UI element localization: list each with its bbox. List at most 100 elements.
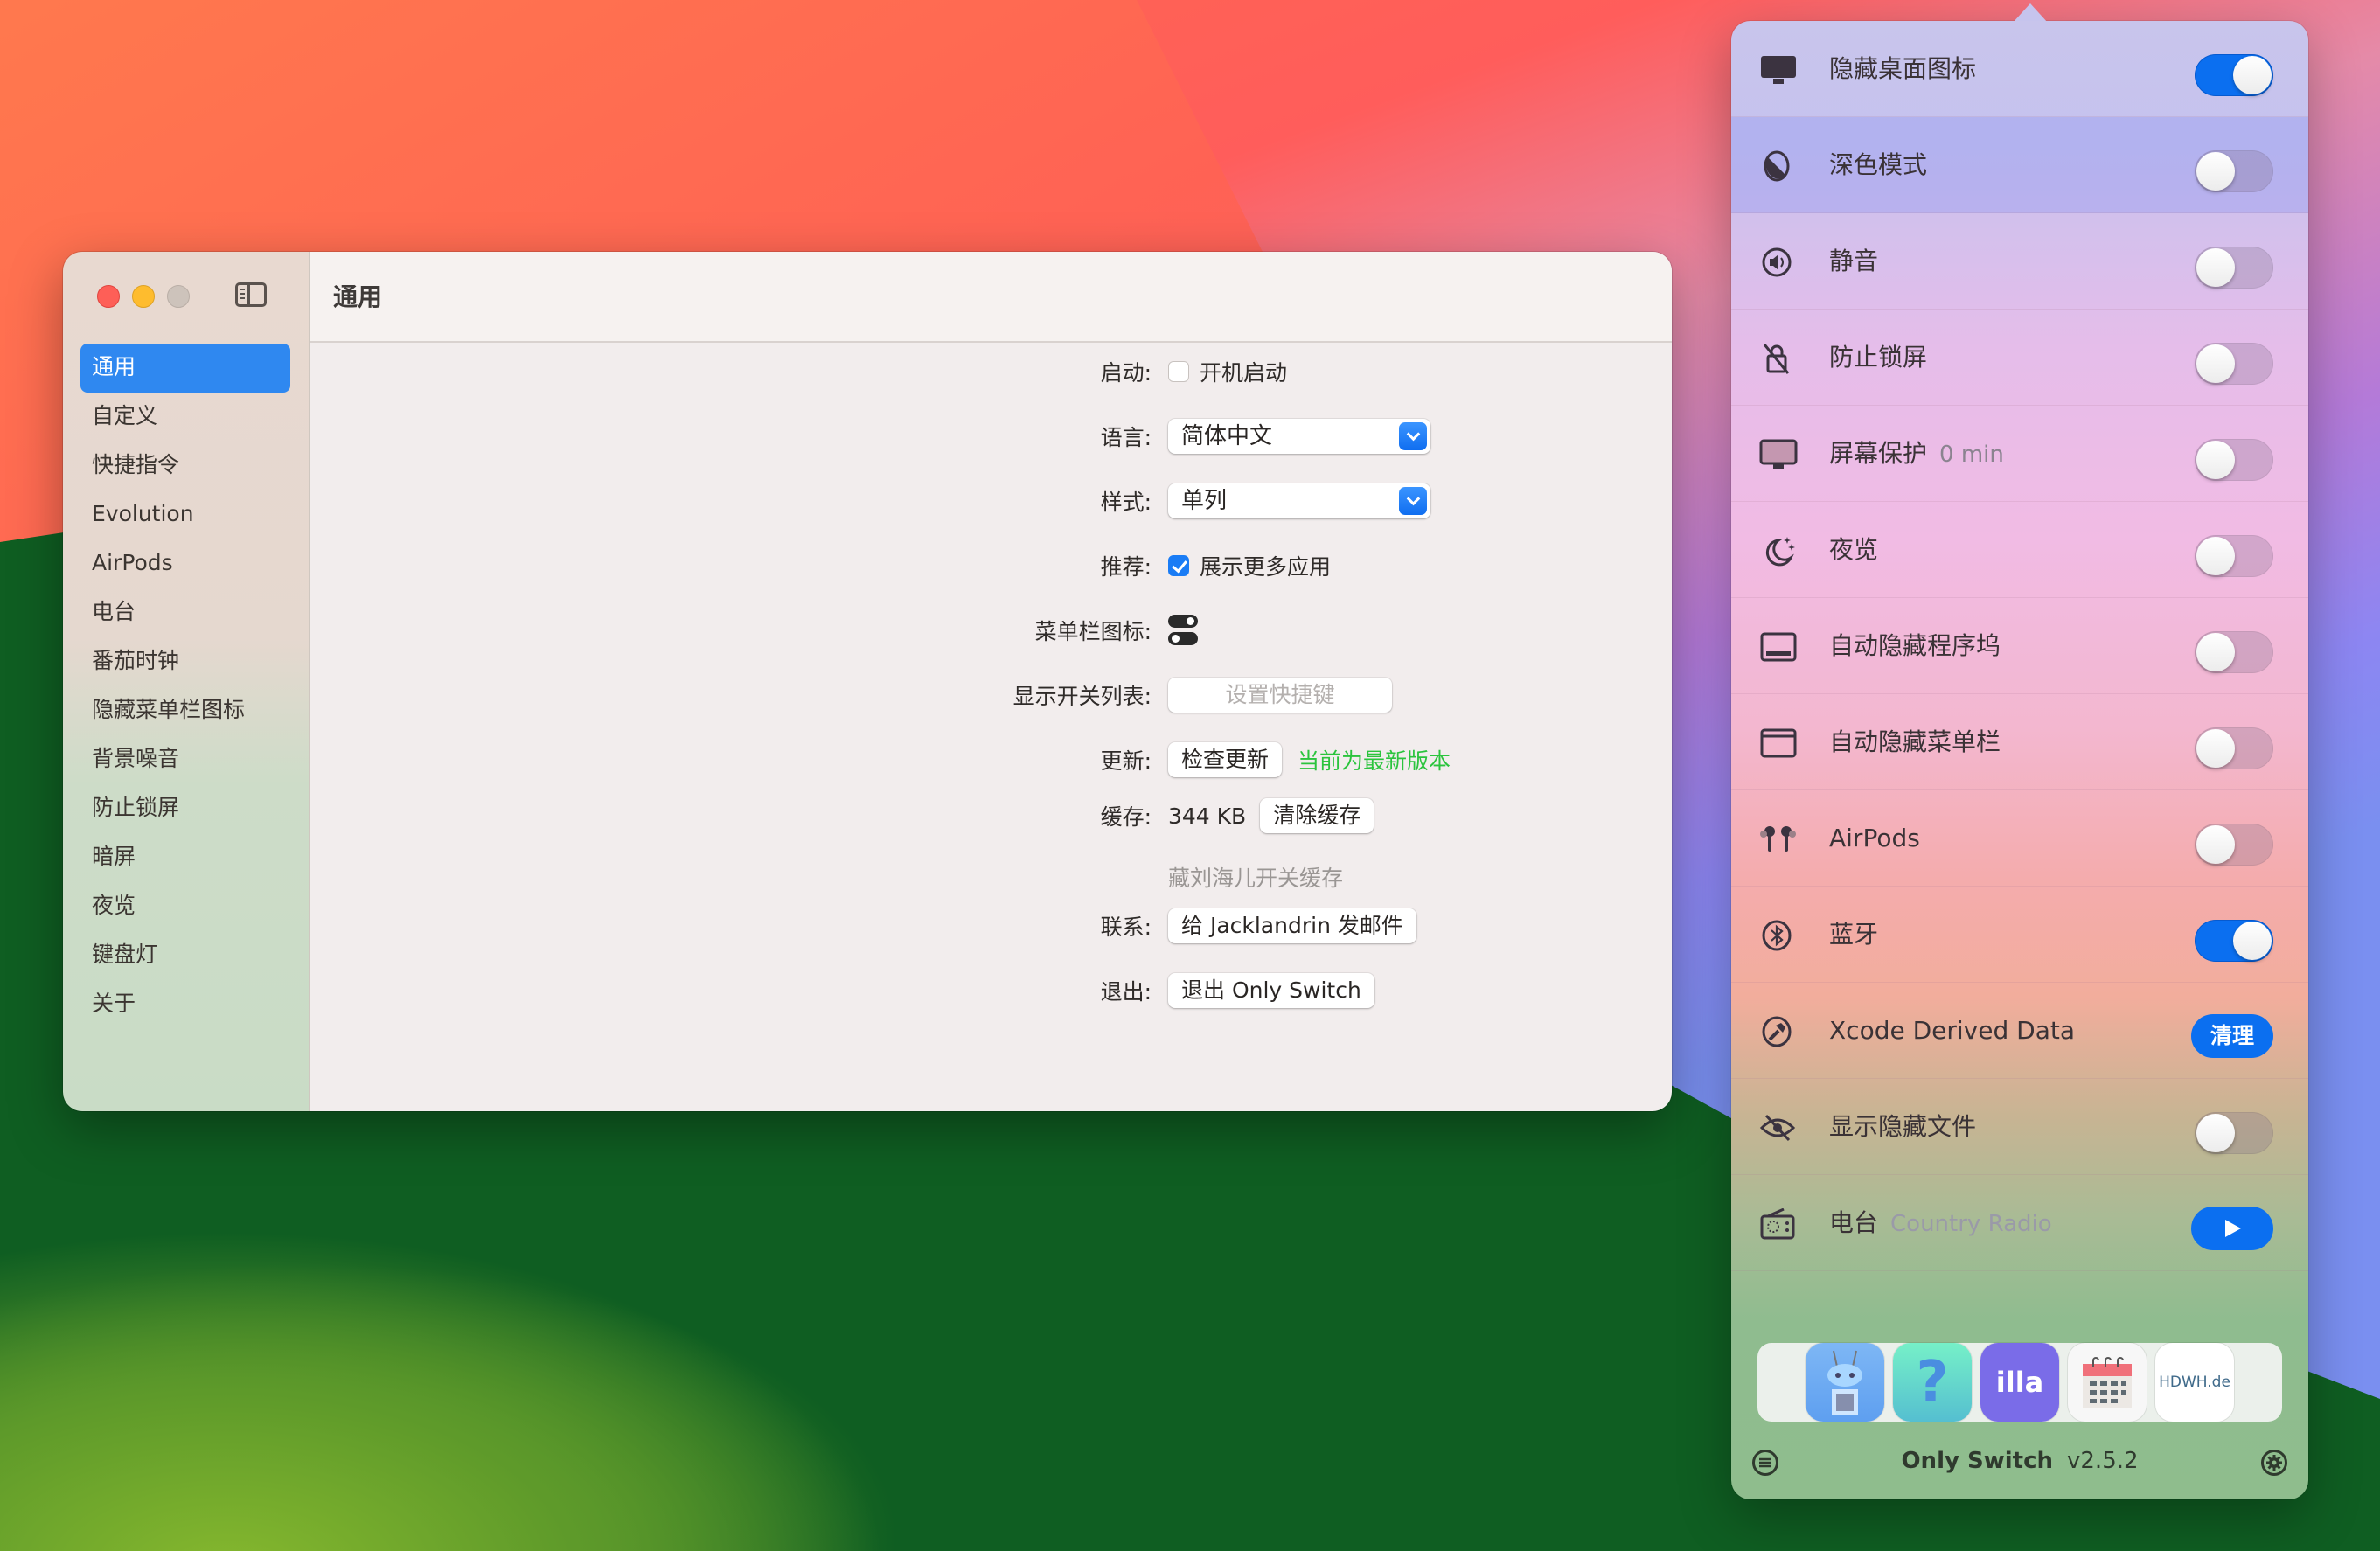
auto-hide-dock-toggle[interactable] xyxy=(2195,631,2273,673)
switch-label: 隐藏桌面图标 xyxy=(1829,54,1977,83)
switch-label: 显示隐藏文件 xyxy=(1829,1112,1977,1141)
panel-footer-title: Only Switch v2.5.2 xyxy=(1731,1448,2308,1474)
show-more-apps-label: 展示更多应用 xyxy=(1200,554,1332,580)
speaker-icon xyxy=(1762,247,1792,277)
sidebar-item-dim-screen[interactable]: 暗屏 xyxy=(80,833,290,882)
page-title: 通用 xyxy=(333,282,383,311)
settings-window: 通用 自定义 快捷指令 Evolution AirPods 电台 番茄时钟 隐藏… xyxy=(63,252,1672,1111)
switch-label: 静音 xyxy=(1829,247,1879,275)
sidebar-item-evolution[interactable]: Evolution xyxy=(80,490,290,539)
dock-icon xyxy=(1760,632,1797,662)
switch-label: AirPods xyxy=(1829,824,1920,852)
sidebar-item-background-noise[interactable]: 背景噪音 xyxy=(80,735,290,784)
content-header: 通用 xyxy=(310,252,1672,343)
switch-row-show-hidden-files: 显示隐藏文件 xyxy=(1731,1079,2308,1175)
sidebar-item-hide-menubar-icons[interactable]: 隐藏菜单栏图标 xyxy=(80,686,290,735)
gear-icon[interactable] xyxy=(2261,1450,2287,1476)
switch-label: 屏幕保护 0 min xyxy=(1829,406,2004,503)
dark-mode-toggle[interactable] xyxy=(2195,150,2273,192)
switch-label: 电台 Country Radio xyxy=(1829,1175,2052,1272)
sidebar-item-keyboard-light[interactable]: 键盘灯 xyxy=(80,931,290,980)
show-more-apps-checkbox[interactable] xyxy=(1168,555,1189,576)
update-label: 更新: xyxy=(1100,748,1152,774)
menubar-icon-label: 菜单栏图标: xyxy=(1034,619,1152,644)
auto-hide-menubar-toggle[interactable] xyxy=(2195,727,2273,769)
switch-row-screen-saver: 屏幕保护 0 min xyxy=(1731,406,2308,502)
bluetooth-toggle[interactable] xyxy=(2195,920,2273,962)
switch-label-text: 电台 xyxy=(1829,1208,1879,1237)
check-update-button[interactable]: 检查更新 xyxy=(1168,742,1283,777)
sidebar-item-airpods[interactable]: AirPods xyxy=(80,539,290,588)
language-select[interactable]: 简体中文 xyxy=(1168,419,1430,454)
cache-size: 344 KB xyxy=(1168,803,1247,829)
sidebar-item-general[interactable]: 通用 xyxy=(80,344,290,393)
show-hidden-files-toggle[interactable] xyxy=(2195,1112,2273,1154)
recommended-apps: ? illa HDWH.de xyxy=(1757,1343,2282,1422)
bluetooth-icon xyxy=(1762,920,1792,951)
language-label: 语言: xyxy=(1100,425,1152,450)
zoom-button[interactable] xyxy=(167,285,190,308)
launch-at-login-label: 开机启动 xyxy=(1200,360,1288,386)
night-shift-toggle[interactable] xyxy=(2195,535,2273,577)
sidebar-item-radio[interactable]: 电台 xyxy=(80,588,290,637)
switch-row-hide-desktop-icons: 隐藏桌面图标 xyxy=(1731,21,2308,117)
email-developer-button[interactable]: 给 Jacklandrin 发邮件 xyxy=(1168,908,1416,943)
illa-app-icon[interactable]: illa xyxy=(1980,1343,2059,1422)
switch-row-radio: 电台 Country Radio xyxy=(1731,1175,2308,1271)
sidebar-item-night-shift[interactable]: 夜览 xyxy=(80,882,290,931)
radio-icon xyxy=(1760,1208,1795,1240)
sidebar-item-custom[interactable]: 自定义 xyxy=(80,393,290,442)
shortcut-recorder[interactable]: 设置快捷键 xyxy=(1168,678,1392,713)
radio-station: Country Radio xyxy=(1890,1211,2052,1237)
airpods-icon xyxy=(1760,826,1796,852)
switch-label: 蓝牙 xyxy=(1829,920,1879,949)
sidebar-item-shortcuts[interactable]: 快捷指令 xyxy=(80,442,290,490)
style-select[interactable]: 单列 xyxy=(1168,483,1430,518)
style-label: 样式: xyxy=(1100,490,1152,515)
switch-label-text: 屏幕保护 xyxy=(1829,439,1928,468)
qr-robot-app-icon[interactable] xyxy=(1806,1343,1884,1422)
hdwh-app-icon[interactable]: HDWH.de xyxy=(2155,1343,2234,1422)
quit-app-button[interactable]: 退出 Only Switch xyxy=(1168,973,1374,1008)
app-version: v2.5.2 xyxy=(2067,1448,2139,1474)
hide-desktop-icons-toggle[interactable] xyxy=(2195,54,2273,96)
toggles-icon[interactable] xyxy=(1168,615,1198,646)
close-button[interactable] xyxy=(97,285,120,308)
switch-row-dark-mode: 深色模式 xyxy=(1731,117,2308,213)
sidebar-item-prevent-lock[interactable]: 防止锁屏 xyxy=(80,784,290,833)
switch-label: 夜览 xyxy=(1829,535,1879,564)
recommend-label: 推荐: xyxy=(1100,554,1152,580)
sidebar-item-about[interactable]: 关于 xyxy=(80,980,290,1029)
lock-slash-icon xyxy=(1763,344,1790,374)
screen-saver-toggle[interactable] xyxy=(2195,439,2273,481)
chevron-down-icon xyxy=(1399,422,1427,450)
sidebar-list: 通用 自定义 快捷指令 Evolution AirPods 电台 番茄时钟 隐藏… xyxy=(80,344,290,1029)
prevent-lock-toggle[interactable] xyxy=(2195,343,2273,385)
switch-row-night-shift: 夜览 xyxy=(1731,502,2308,598)
hammer-icon xyxy=(1762,1016,1792,1047)
panel-footer: Only Switch v2.5.2 xyxy=(1731,1439,2308,1483)
language-value: 简体中文 xyxy=(1181,423,1273,449)
clear-cache-button[interactable]: 清除缓存 xyxy=(1260,798,1374,833)
switch-row-mute: 静音 xyxy=(1731,213,2308,310)
sidebar-toggle-icon[interactable] xyxy=(235,282,267,307)
chevron-down-icon xyxy=(1399,487,1427,515)
question-app-icon[interactable]: ? xyxy=(1893,1343,1972,1422)
clean-derived-data-button[interactable]: 清理 xyxy=(2191,1014,2273,1058)
content-pane: 通用 启动: 开机启动 语言: 简体中文 样式: 单列 推荐: 展示更多应用 菜… xyxy=(310,252,1672,1111)
mute-toggle[interactable] xyxy=(2195,247,2273,289)
launch-at-login-checkbox[interactable] xyxy=(1168,361,1189,382)
sidebar-item-pomodoro[interactable]: 番茄时钟 xyxy=(80,637,290,686)
calendar-app-icon[interactable] xyxy=(2068,1343,2147,1422)
switch-row-prevent-lock: 防止锁屏 xyxy=(1731,310,2308,406)
app-name: Only Switch xyxy=(1901,1448,2053,1474)
airpods-toggle[interactable] xyxy=(2195,824,2273,866)
radio-play-button[interactable] xyxy=(2191,1207,2273,1250)
dark-mode-icon xyxy=(1764,150,1790,182)
show-list-label: 显示开关列表: xyxy=(1013,684,1152,709)
switch-label: 自动隐藏菜单栏 xyxy=(1829,727,2001,756)
switch-row-bluetooth: 蓝牙 xyxy=(1731,887,2308,983)
menubar-window-icon xyxy=(1760,728,1797,758)
popover-arrow xyxy=(2013,3,2048,23)
minimize-button[interactable] xyxy=(132,285,155,308)
